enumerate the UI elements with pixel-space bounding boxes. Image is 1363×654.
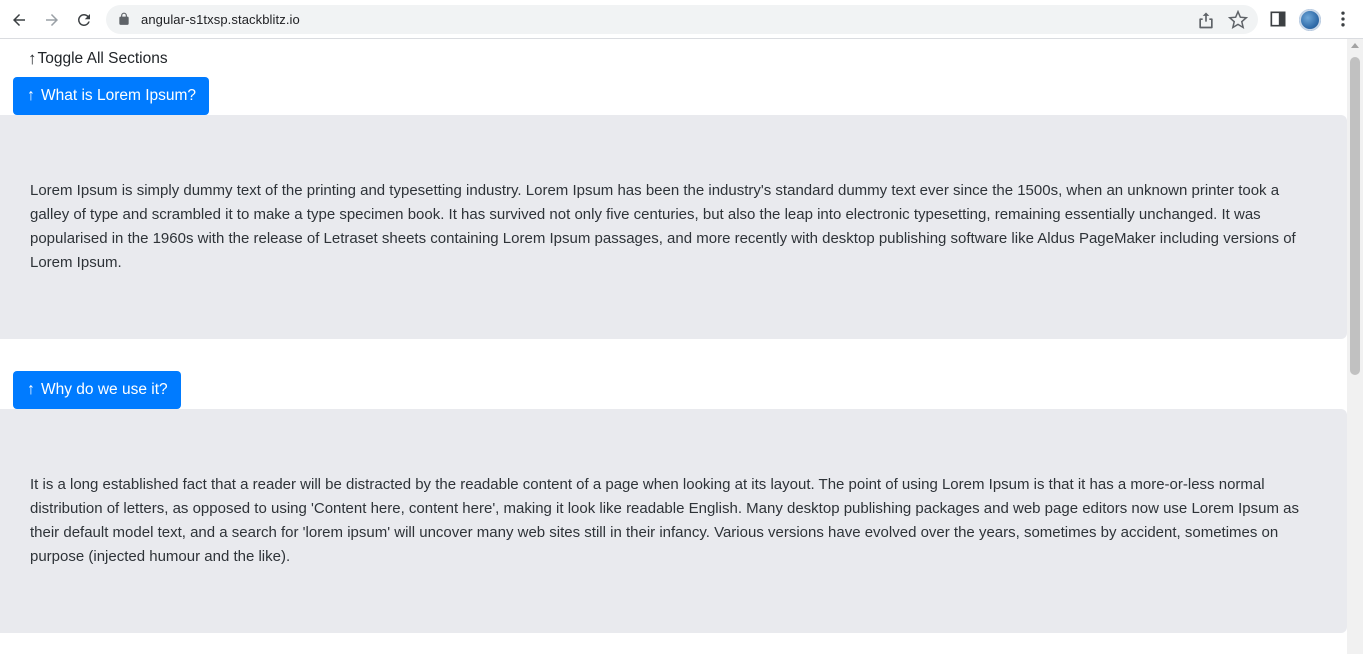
lock-icon[interactable]: [117, 12, 131, 26]
url-text[interactable]: angular-s1txsp.stackblitz.io: [141, 12, 300, 27]
vertical-scrollbar[interactable]: [1347, 39, 1363, 654]
section-body-text: It is a long established fact that a rea…: [30, 476, 1299, 565]
section-panel-2: It is a long established fact that a rea…: [0, 409, 1347, 633]
section-body-text: Lorem Ipsum is simply dummy text of the …: [30, 182, 1296, 271]
side-panel-icon[interactable]: [1268, 9, 1288, 29]
back-arrow-icon[interactable]: [7, 8, 31, 32]
page-content: ↑ Toggle All Sections ↑ What is Lorem Ip…: [0, 39, 1347, 654]
address-bar[interactable]: angular-s1txsp.stackblitz.io: [106, 5, 1258, 34]
toggle-all-sections-link[interactable]: ↑ Toggle All Sections: [28, 49, 168, 69]
section-panel-1: Lorem Ipsum is simply dummy text of the …: [0, 115, 1347, 339]
section-title: Why do we use it?: [41, 381, 168, 398]
section-title: What is Lorem Ipsum?: [41, 87, 197, 104]
section-toggle-button-2[interactable]: ↑ Why do we use it?: [13, 371, 181, 409]
up-arrow-icon: ↑: [28, 49, 37, 68]
star-icon[interactable]: [1228, 10, 1248, 30]
menu-kebab-icon[interactable]: [1333, 9, 1353, 29]
share-icon[interactable]: [1196, 10, 1216, 30]
scroll-up-arrow-icon[interactable]: [1351, 43, 1359, 48]
profile-avatar[interactable]: [1299, 9, 1321, 31]
up-arrow-icon: ↑: [27, 381, 35, 398]
browser-toolbar: angular-s1txsp.stackblitz.io: [0, 0, 1363, 39]
reload-icon[interactable]: [72, 8, 96, 32]
up-arrow-icon: ↑: [27, 87, 35, 104]
scrollbar-thumb[interactable]: [1350, 57, 1360, 375]
toggle-all-label: Toggle All Sections: [37, 50, 168, 67]
section-toggle-button-1[interactable]: ↑ What is Lorem Ipsum?: [13, 77, 210, 115]
forward-arrow-icon[interactable]: [40, 8, 64, 32]
